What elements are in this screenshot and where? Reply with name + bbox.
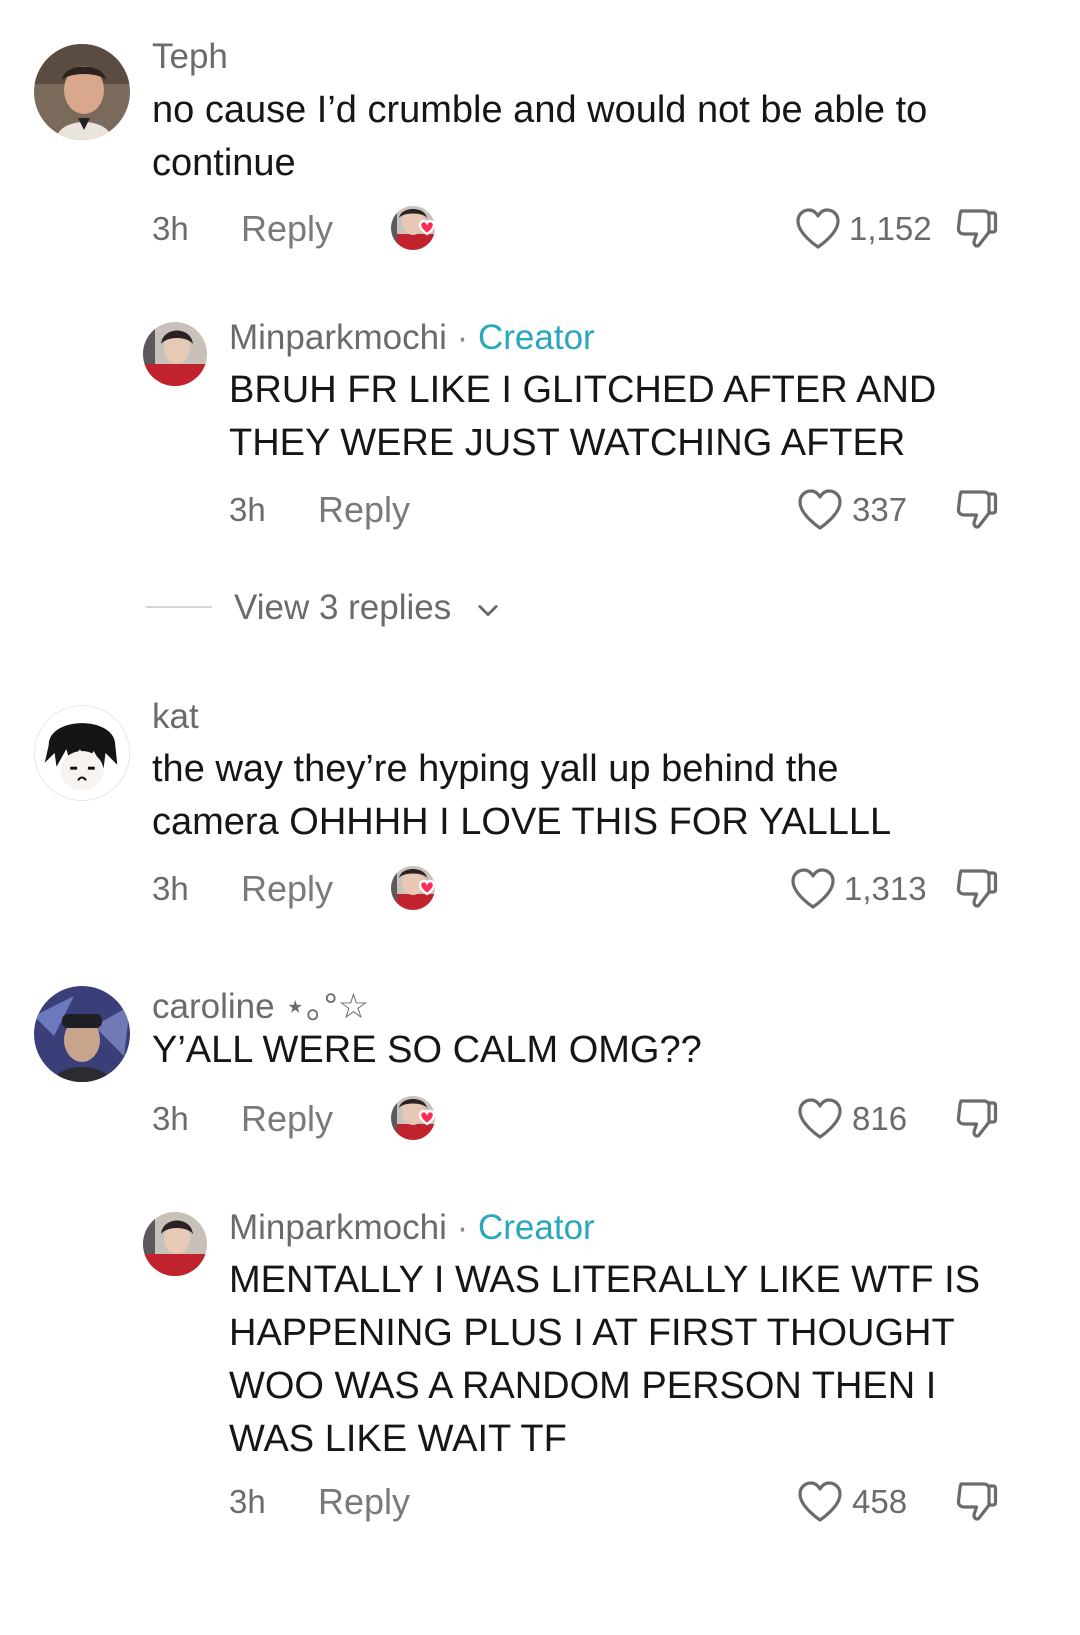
comment-username-row: Minparkmochi · Creator: [229, 1208, 595, 1248]
avatar[interactable]: [34, 986, 130, 1082]
thumbs-down-icon[interactable]: [952, 1478, 1000, 1526]
comment-username[interactable]: caroline ⋆｡°☆: [152, 978, 369, 1029]
heart-outline-icon[interactable]: [796, 1096, 844, 1140]
creator-badge: Creator: [477, 1208, 595, 1247]
comment-time: 3h: [229, 1483, 266, 1520]
comment-username[interactable]: kat: [152, 697, 199, 737]
thumbs-down-icon[interactable]: [952, 865, 1000, 913]
avatar-image: [35, 706, 129, 800]
comment-username[interactable]: Minparkmochi: [229, 1208, 447, 1247]
creator-liked-avatar-icon: [389, 864, 443, 912]
avatar-image: [34, 986, 130, 1082]
creator-badge: Creator: [477, 318, 595, 357]
comment-text: Y’ALL WERE SO CALM OMG??: [152, 1029, 702, 1071]
like-count: 816: [852, 1100, 908, 1137]
like-count: 458: [852, 1483, 908, 1520]
reply-button[interactable]: Reply: [318, 1481, 410, 1523]
thumbs-down-icon[interactable]: [952, 1095, 1000, 1143]
view-replies-button[interactable]: View 3 replies: [234, 588, 451, 628]
creator-liked-avatar-icon: [389, 204, 443, 252]
avatar[interactable]: [143, 1212, 207, 1276]
thumbs-down-icon[interactable]: [952, 205, 1000, 253]
comment-username-row: Minparkmochi · Creator: [229, 318, 595, 358]
view-replies-label: View 3 replies: [234, 588, 452, 627]
like-count: 1,152: [849, 210, 932, 247]
creator-liked-avatar-icon: [389, 1094, 443, 1142]
separator-dot: ·: [456, 318, 469, 357]
avatar[interactable]: [143, 322, 207, 386]
heart-outline-icon[interactable]: [789, 866, 837, 910]
divider: [146, 606, 212, 608]
heart-outline-icon[interactable]: [796, 1479, 844, 1523]
separator-dot: ·: [456, 1208, 469, 1247]
like-count: 337: [852, 491, 908, 528]
comment-time: 3h: [152, 1100, 189, 1137]
avatar[interactable]: [34, 705, 130, 801]
comment-text: BRUH FR LIKE I GLITCHED AFTER AND THEY W…: [229, 369, 937, 464]
chevron-down-icon[interactable]: [474, 596, 502, 624]
comment-time: 3h: [152, 210, 189, 247]
reply-button[interactable]: Reply: [241, 1098, 333, 1140]
thumbs-down-icon[interactable]: [952, 486, 1000, 534]
heart-outline-icon[interactable]: [796, 487, 844, 531]
reply-button[interactable]: Reply: [241, 208, 333, 250]
comment-username[interactable]: Teph: [152, 37, 228, 77]
comment-text: the way they’re hyping yall up behind th…: [152, 748, 892, 843]
reply-button[interactable]: Reply: [241, 868, 333, 910]
comment-text: MENTALLY I WAS LITERALLY LIKE WTF IS HAP…: [229, 1259, 981, 1460]
like-count: 1,313: [844, 870, 927, 907]
comment-time: 3h: [229, 491, 266, 528]
avatar-image: [143, 1212, 207, 1276]
comment-time: 3h: [152, 870, 189, 907]
avatar[interactable]: [34, 44, 130, 140]
avatar-image: [143, 322, 207, 386]
comment-text: no cause I’d crumble and would not be ab…: [152, 89, 928, 184]
heart-outline-icon[interactable]: [794, 206, 842, 250]
comment-username[interactable]: Minparkmochi: [229, 318, 447, 357]
avatar-image: [34, 44, 130, 140]
reply-button[interactable]: Reply: [318, 489, 410, 531]
